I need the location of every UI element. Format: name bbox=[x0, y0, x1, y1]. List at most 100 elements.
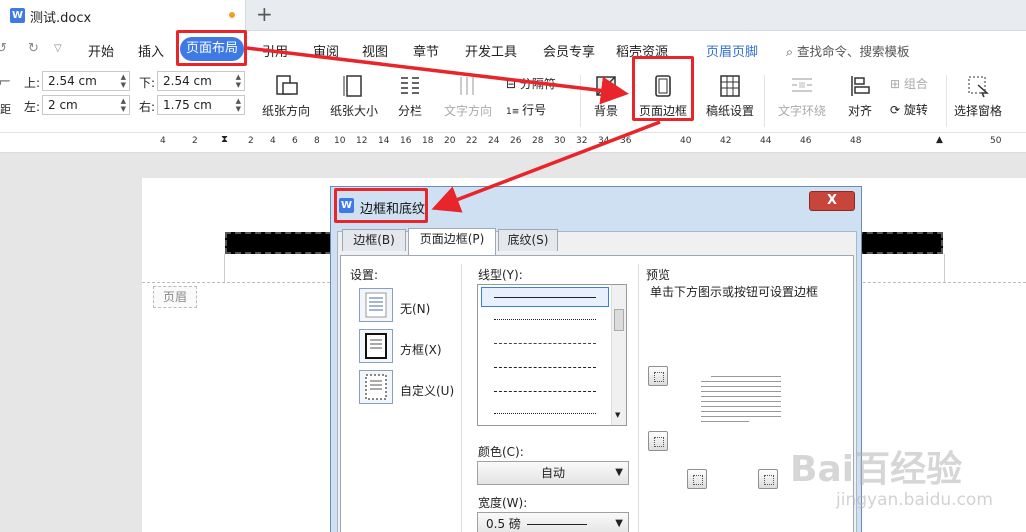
highlight-box-dialog-title bbox=[334, 188, 428, 223]
spin-arrows-icon[interactable]: ▲ ▼ bbox=[121, 97, 126, 113]
chevron-down-icon: ▼ bbox=[615, 467, 623, 478]
quick-access-dropdown-icon[interactable]: ▽ bbox=[54, 43, 62, 54]
tab-page-border[interactable]: 页面边框(P) bbox=[408, 228, 496, 255]
tab-header-footer[interactable]: 页眉页脚 bbox=[706, 41, 758, 60]
borders-shading-dialog: W 边框和底纹 X 边框(B) 页面边框(P) 底纹(S) 设置: 无(N) 方… bbox=[330, 186, 862, 532]
menu-bar: ↺ ↻ ▽ 开始 插入 页面布局 引用 审阅 视图 章节 开发工具 会员专享 稻… bbox=[0, 31, 1026, 67]
ruler-number: 16 bbox=[400, 136, 412, 146]
tab-borders[interactable]: 边框(B) bbox=[342, 229, 406, 251]
tab-insert[interactable]: 插入 bbox=[138, 41, 164, 60]
tab-view[interactable]: 视图 bbox=[362, 41, 388, 60]
ruler-number: 4 bbox=[270, 136, 276, 146]
text-wrap-button[interactable]: 文字环绕 bbox=[772, 73, 832, 119]
ruler-number: 40 bbox=[680, 136, 692, 146]
page-border-panel: 设置: 无(N) 方框(X) 自定义(U) 线型(Y): ▼ 颜色(C): 自动… bbox=[340, 255, 854, 532]
spin-arrows-icon[interactable]: ▲ ▼ bbox=[121, 73, 126, 89]
columns-icon bbox=[401, 77, 419, 94]
line-style-dashed[interactable] bbox=[494, 367, 596, 368]
ruler-number: 28 bbox=[532, 136, 544, 146]
line-style-dotted[interactable] bbox=[494, 319, 596, 320]
panel-divider bbox=[638, 264, 639, 532]
selection-pane-button[interactable]: 选择窗格 bbox=[952, 73, 1004, 119]
line-style-scrollbar[interactable]: ▼ bbox=[611, 285, 626, 425]
tab-home[interactable]: 开始 bbox=[88, 41, 114, 60]
rotate-button[interactable]: ⟳ 旋转 bbox=[890, 101, 928, 118]
preview-top-border-button[interactable] bbox=[648, 366, 668, 386]
new-tab-plus-icon[interactable]: + bbox=[256, 4, 273, 24]
orientation-button[interactable]: 纸张方向 bbox=[256, 73, 316, 119]
ribbon-toolbar: ⌐ 距 上: 2.54 cm ▲ ▼ 下: 2.54 cm ▲ ▼ 左: 2 cm ▲ ▼ … bbox=[0, 67, 1026, 133]
line-style-list[interactable]: ▼ bbox=[477, 284, 627, 426]
close-button[interactable]: X bbox=[809, 191, 855, 211]
color-label: 颜色(C): bbox=[478, 445, 524, 459]
align-button[interactable]: 对齐 bbox=[838, 73, 882, 119]
undo-icon[interactable]: ↺ bbox=[0, 41, 7, 56]
selection-pane-icon bbox=[968, 76, 989, 98]
grid-paper-button[interactable]: 稿纸设置 bbox=[702, 73, 758, 119]
paper-size-button[interactable]: 纸张大小 bbox=[324, 73, 384, 119]
width-sample-line bbox=[526, 524, 587, 525]
section-break-button[interactable]: ⊟ 分隔符 bbox=[506, 75, 556, 92]
tab-shading[interactable]: 底纹(S) bbox=[498, 229, 558, 251]
margins-icon[interactable]: ⌐ bbox=[0, 72, 11, 91]
background-button[interactable]: 背景 bbox=[586, 73, 626, 119]
line-style-dash-dot-dot[interactable] bbox=[494, 413, 596, 414]
header-tag[interactable]: 页眉 bbox=[153, 286, 197, 308]
ruler-number: 30 bbox=[554, 136, 566, 146]
document-title: 测试.docx bbox=[30, 11, 92, 26]
preview-bottom-border-button[interactable] bbox=[648, 431, 668, 451]
line-style-solid[interactable] bbox=[494, 297, 596, 298]
preview-right-border-button[interactable] bbox=[758, 469, 778, 489]
ruler-number: 14 bbox=[378, 136, 390, 146]
title-bar: W 测试.docx + bbox=[0, 0, 1026, 31]
command-search[interactable]: ⌕ 查找命令、搜索模板 bbox=[786, 41, 910, 60]
line-numbers-icon: 1≡ bbox=[506, 107, 523, 117]
margin-right-input[interactable]: 1.75 cm ▲ ▼ bbox=[157, 95, 245, 115]
scroll-down-icon[interactable]: ▼ bbox=[615, 411, 620, 419]
tab-section[interactable]: 章节 bbox=[413, 41, 439, 60]
margin-left-input[interactable]: 2 cm ▲ ▼ bbox=[42, 95, 130, 115]
text-wrap-icon bbox=[792, 78, 812, 92]
wps-writer-icon: W bbox=[10, 8, 25, 23]
document-tab[interactable]: W 测试.docx bbox=[0, 0, 246, 31]
tab-developer[interactable]: 开发工具 bbox=[465, 41, 517, 60]
preview-left-border-button[interactable] bbox=[687, 469, 707, 489]
spin-arrows-icon[interactable]: ▲ ▼ bbox=[236, 97, 241, 113]
tab-review[interactable]: 审阅 bbox=[313, 41, 339, 60]
line-style-dash-dot[interactable] bbox=[494, 391, 596, 392]
setting-none-option[interactable] bbox=[359, 288, 393, 322]
redo-icon[interactable]: ↻ bbox=[28, 41, 39, 56]
line-style-dash-small[interactable] bbox=[494, 343, 596, 344]
tab-references[interactable]: 引用 bbox=[262, 41, 288, 60]
setting-box-label[interactable]: 方框(X) bbox=[400, 341, 442, 358]
spin-arrows-icon[interactable]: ▲ ▼ bbox=[236, 73, 241, 89]
setting-custom-label[interactable]: 自定义(U) bbox=[400, 382, 454, 399]
setting-custom-option[interactable] bbox=[359, 370, 393, 404]
right-indent-marker-icon[interactable]: ▲ bbox=[936, 135, 943, 145]
panel-divider bbox=[461, 264, 462, 532]
scrollbar-thumb[interactable] bbox=[614, 309, 624, 331]
margin-bottom-input[interactable]: 2.54 cm ▲ ▼ bbox=[157, 71, 245, 91]
line-numbers-button[interactable]: 1≡ 行号 bbox=[506, 101, 546, 118]
group-button[interactable]: ⊞ 组合 bbox=[890, 75, 928, 92]
baidu-watermark-url: jingyan.baidu.com bbox=[836, 490, 993, 510]
columns-button[interactable]: 分栏 bbox=[390, 73, 430, 119]
color-dropdown[interactable]: 自动 ▼ bbox=[477, 461, 629, 485]
header-corner-mark bbox=[224, 254, 225, 282]
margin-top-input[interactable]: 2.54 cm ▲ ▼ bbox=[42, 71, 130, 91]
ruler-number: 22 bbox=[466, 136, 478, 146]
margins-partial-label: 距 bbox=[0, 103, 11, 116]
ribbon-separator bbox=[946, 75, 947, 127]
highlight-box-page-border bbox=[632, 56, 694, 121]
setting-box-option[interactable] bbox=[359, 329, 393, 363]
ruler-number: 8 bbox=[314, 136, 320, 146]
width-dropdown[interactable]: 0.5 磅 ▼ bbox=[477, 512, 629, 532]
text-direction-button[interactable]: 文字方向 bbox=[438, 73, 498, 119]
margin-bottom-label: 下: bbox=[139, 76, 156, 90]
ruler-number: 36 bbox=[620, 136, 632, 146]
tab-member[interactable]: 会员专享 bbox=[543, 41, 595, 60]
setting-none-label[interactable]: 无(N) bbox=[400, 300, 430, 317]
horizontal-ruler[interactable]: 4 2 ⧗ 2 4 6 8 10 12 14 16 18 20 22 24 26… bbox=[0, 133, 1026, 153]
chevron-down-icon: ▼ bbox=[615, 518, 623, 529]
indent-marker-icon[interactable]: ⧗ bbox=[221, 134, 228, 145]
